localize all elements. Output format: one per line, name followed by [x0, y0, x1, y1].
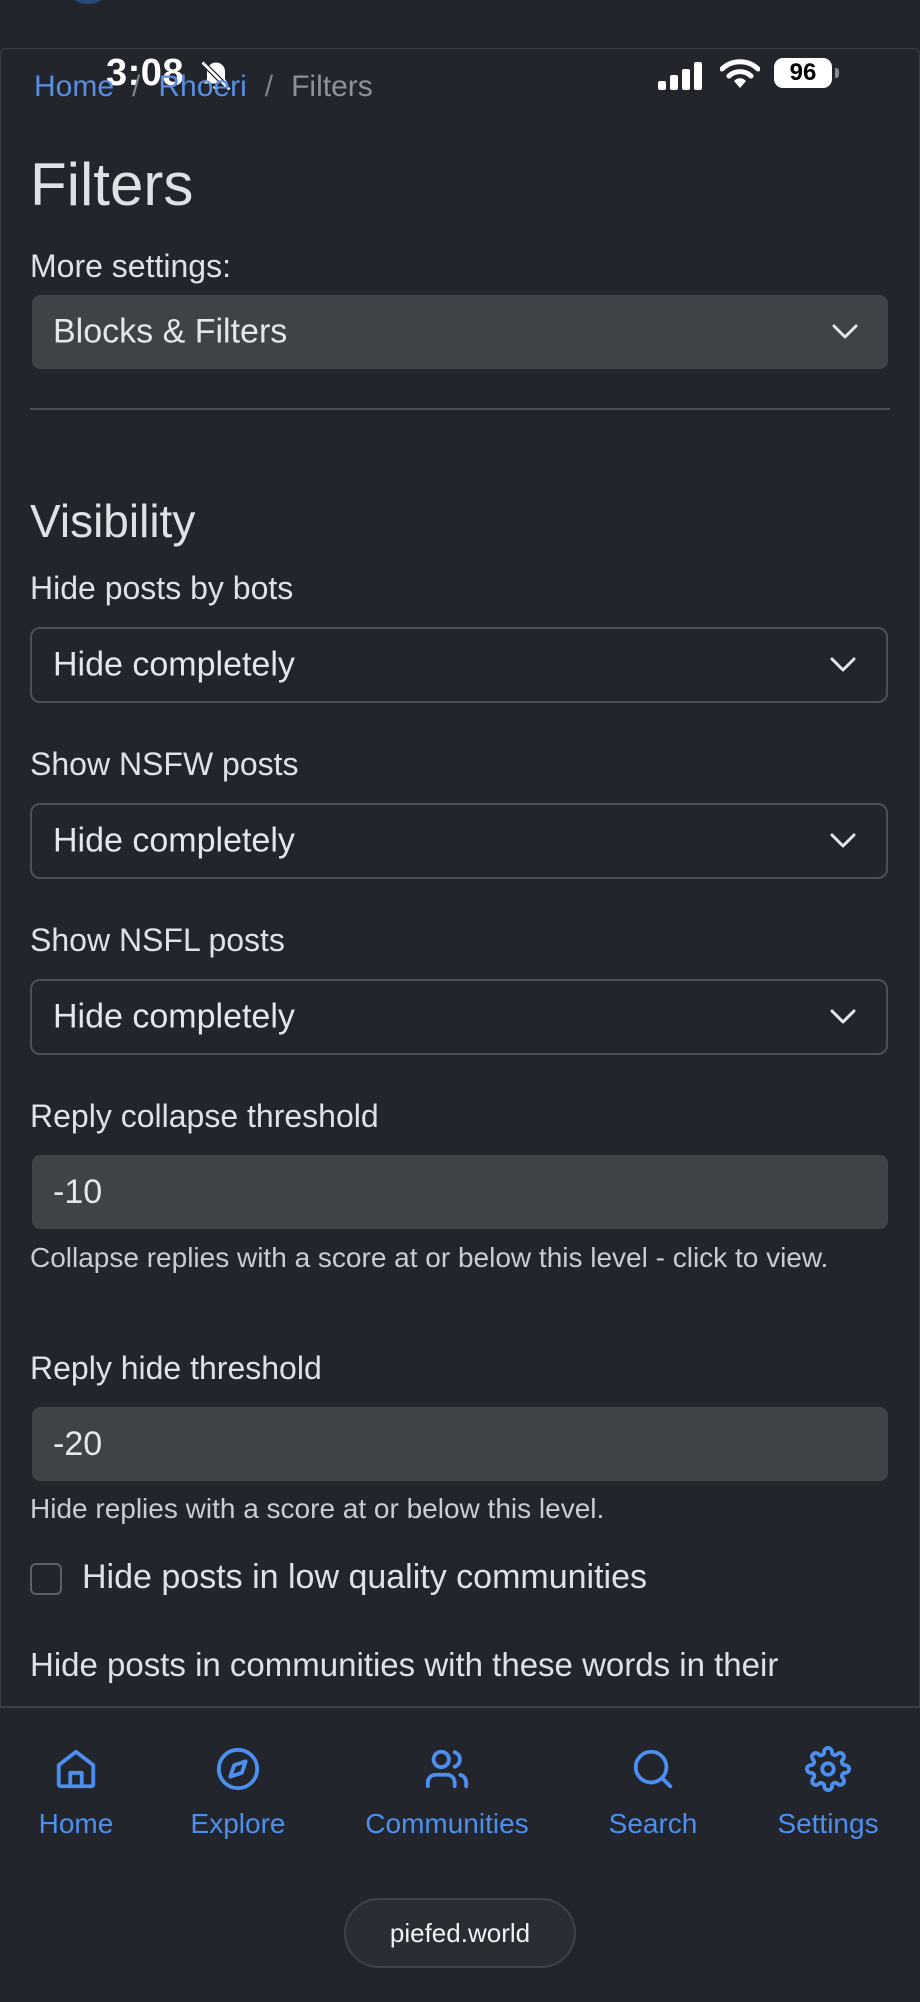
reply-collapse-field[interactable]	[32, 1155, 888, 1229]
reply-collapse-input[interactable]	[32, 1155, 888, 1229]
breadcrumb-home-link[interactable]: Home	[34, 70, 114, 103]
hide-bots-select[interactable]: Hide completely	[30, 627, 888, 703]
show-nsfw-select[interactable]: Hide completely	[30, 803, 888, 879]
nav-explore-label: Explore	[190, 1808, 286, 1839]
nav-settings[interactable]: Settings	[768, 1746, 888, 1840]
breadcrumb-current: Filters	[291, 70, 373, 103]
avatar[interactable]	[62, 0, 114, 4]
breadcrumb-user-link[interactable]: Rhoeri	[158, 70, 246, 103]
nav-explore[interactable]: Explore	[180, 1746, 296, 1840]
reply-hide-field[interactable]	[32, 1407, 888, 1481]
wifi-icon	[720, 59, 760, 88]
breadcrumb-separator: /	[132, 70, 141, 103]
visibility-heading: Visibility	[30, 495, 196, 547]
show-nsfw-label: Show NSFW posts	[30, 746, 299, 782]
hide-bots-value: Hide completely	[53, 645, 295, 684]
cellular-signal-icon	[658, 62, 702, 90]
nav-communities-label: Communities	[365, 1808, 529, 1839]
chevron-down-icon	[830, 657, 856, 672]
gear-icon	[805, 1746, 851, 1792]
chevron-down-icon	[830, 1009, 856, 1024]
hide-bots-label: Hide posts by bots	[30, 570, 294, 606]
reply-collapse-label: Reply collapse threshold	[30, 1098, 379, 1134]
chevron-down-icon	[832, 324, 858, 339]
users-icon	[425, 1749, 469, 1789]
low-quality-checkbox[interactable]	[30, 1563, 62, 1595]
reply-hide-label: Reply hide threshold	[30, 1350, 322, 1386]
search-icon	[633, 1749, 673, 1789]
site-url-pill[interactable]: piefed.world	[344, 1898, 576, 1968]
nav-home[interactable]: Home	[20, 1746, 132, 1840]
battery-indicator: 96	[774, 58, 832, 88]
reply-collapse-help: Collapse replies with a score at or belo…	[30, 1242, 829, 1273]
bottom-nav: Home Explore Communities Search Settings…	[0, 1706, 920, 2002]
community-words-label: Hide posts in communities with these wor…	[30, 1646, 779, 1683]
reply-hide-input[interactable]	[32, 1407, 888, 1481]
more-settings-select[interactable]: Blocks & Filters	[32, 295, 888, 369]
top-strip	[0, 0, 920, 48]
low-quality-label[interactable]: Hide posts in low quality communities	[82, 1558, 647, 1597]
compass-icon	[216, 1747, 260, 1791]
nav-home-label: Home	[38, 1808, 114, 1839]
more-settings-value: Blocks & Filters	[53, 312, 288, 351]
battery-tip	[835, 68, 839, 78]
show-nsfl-value: Hide completely	[53, 997, 295, 1036]
nav-settings-label: Settings	[777, 1808, 879, 1839]
chevron-down-icon	[830, 833, 856, 848]
home-icon	[56, 1749, 96, 1789]
page-title: Filters	[30, 151, 194, 218]
reply-hide-help: Hide replies with a score at or below th…	[30, 1493, 605, 1524]
breadcrumb: Home / Rhoeri / Filters	[34, 70, 373, 104]
breadcrumb-separator: /	[264, 70, 274, 103]
nav-search[interactable]: Search	[600, 1746, 706, 1840]
show-nsfl-select[interactable]: Hide completely	[30, 979, 888, 1055]
show-nsfl-label: Show NSFL posts	[30, 922, 285, 958]
more-settings-label: More settings:	[30, 248, 231, 284]
show-nsfw-value: Hide completely	[53, 821, 295, 860]
section-divider	[30, 408, 890, 410]
nav-communities[interactable]: Communities	[356, 1746, 538, 1840]
nav-search-label: Search	[608, 1808, 698, 1839]
